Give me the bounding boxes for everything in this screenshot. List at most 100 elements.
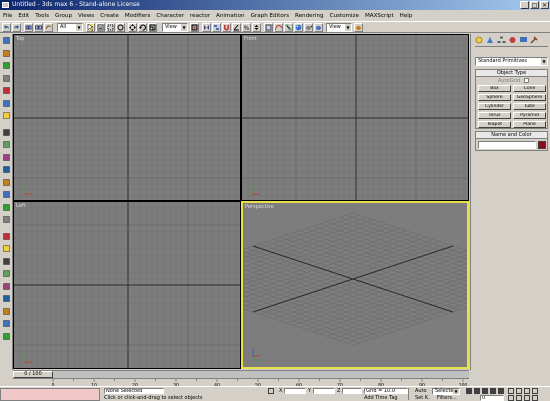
menu-edit[interactable]: Edit — [15, 11, 32, 21]
tube-button[interactable]: Tube — [513, 103, 546, 110]
footstep-tool-button[interactable] — [2, 269, 11, 278]
viewport-left-label[interactable]: Left — [16, 203, 25, 209]
set-key-button[interactable]: Set K. — [415, 395, 430, 401]
select-object-button[interactable] — [86, 23, 95, 32]
light-tool-button[interactable] — [2, 111, 11, 120]
wrench-tool-button[interactable] — [2, 36, 11, 45]
menu-modifiers[interactable]: Modifiers — [122, 11, 154, 21]
align-button[interactable] — [212, 23, 221, 32]
menu-rendering[interactable]: Rendering — [292, 11, 327, 21]
render-scene-button[interactable] — [304, 23, 313, 32]
percent-snap-button[interactable]: % — [242, 23, 251, 32]
viewport-top-label[interactable]: Top — [16, 36, 24, 42]
reference-coord-dropdown[interactable]: View ▼ — [162, 23, 188, 32]
goto-start-icon[interactable] — [466, 388, 472, 394]
bone-tool-button[interactable] — [2, 244, 11, 253]
nurbs-tool-button[interactable] — [2, 215, 11, 224]
selection-filter-dropdown[interactable]: All ▼ — [57, 23, 83, 32]
field-of-view-icon[interactable] — [508, 395, 514, 401]
window-crossing-button[interactable] — [116, 23, 125, 32]
torus-button[interactable]: Torus — [478, 112, 511, 119]
cone-button[interactable]: Cone — [513, 85, 546, 92]
named-selection-sets-button[interactable] — [264, 23, 273, 32]
material-editor-button[interactable] — [294, 23, 303, 32]
script-tool-button[interactable] — [2, 319, 11, 328]
material-tool-button[interactable] — [2, 282, 11, 291]
pan-icon[interactable] — [516, 395, 522, 401]
object-type-header[interactable]: Object Type — [476, 70, 547, 77]
mirror-button[interactable] — [202, 23, 211, 32]
select-and-move-button[interactable] — [128, 23, 137, 32]
time-slider-thumb[interactable]: 0 / 100 — [13, 371, 53, 378]
motion-tab[interactable] — [508, 36, 517, 44]
zoom-icon[interactable] — [508, 388, 514, 394]
viewport-front-label[interactable]: Front — [244, 36, 257, 42]
close-button[interactable]: × — [540, 1, 549, 9]
add-time-tag-button[interactable]: Add Time Tag — [364, 395, 398, 401]
next-frame-icon[interactable] — [490, 388, 496, 394]
unlink-button[interactable] — [34, 23, 43, 32]
autogrid-checkbox[interactable] — [524, 78, 529, 83]
modify-tab[interactable] — [486, 36, 495, 44]
redo-button[interactable] — [12, 23, 21, 32]
menu-character[interactable]: Character — [153, 11, 187, 21]
teapot-button[interactable]: Teapot — [478, 121, 511, 128]
angle-snap-button[interactable] — [232, 23, 241, 32]
zoom-extents-all-icon[interactable] — [532, 388, 538, 394]
menu-maxscript[interactable]: MAXScript — [362, 11, 397, 21]
menu-file[interactable]: File — [0, 11, 15, 21]
previous-frame-icon[interactable] — [474, 388, 480, 394]
menu-views[interactable]: Views — [75, 11, 97, 21]
primitive-category-dropdown[interactable]: Standard Primitives ▼ — [475, 57, 548, 66]
create-tab[interactable] — [475, 36, 484, 44]
auto-key-button[interactable]: Auto — [415, 388, 427, 394]
snaps-toggle-button[interactable] — [222, 23, 231, 32]
pivot-center-button[interactable] — [190, 23, 199, 32]
curve-editor-button[interactable] — [274, 23, 283, 32]
ik-tool-button[interactable] — [2, 257, 11, 266]
teapot-tool-button[interactable] — [2, 74, 11, 83]
menu-graph-editors[interactable]: Graph Editors — [248, 11, 292, 21]
menu-tools[interactable]: Tools — [32, 11, 52, 21]
play-icon[interactable] — [482, 388, 488, 394]
goto-end-icon[interactable] — [498, 388, 504, 394]
quick-render-button[interactable] — [314, 23, 323, 32]
utilities-tab[interactable] — [530, 36, 539, 44]
plane-button[interactable]: Plane — [513, 121, 546, 128]
viewport-perspective[interactable]: Perspective — [241, 201, 469, 369]
viewport-top[interactable]: Top — [13, 34, 241, 201]
viewport-left[interactable]: Left — [13, 201, 241, 369]
z-coord-field[interactable] — [342, 388, 362, 394]
menu-reactor[interactable]: reactor — [187, 11, 213, 21]
x-coord-field[interactable] — [284, 388, 306, 394]
select-and-link-button[interactable] — [24, 23, 33, 32]
render-tool-button[interactable] — [2, 294, 11, 303]
selection-region-button[interactable] — [106, 23, 115, 32]
system-tool-button[interactable] — [2, 165, 11, 174]
render-type-dropdown[interactable]: View ▼ — [326, 23, 352, 32]
cone-tool-button[interactable] — [2, 99, 11, 108]
particles-tool-button[interactable] — [2, 178, 11, 187]
object-color-swatch[interactable] — [538, 141, 546, 149]
zoom-all-icon[interactable] — [516, 388, 522, 394]
viewport-perspective-label[interactable]: Perspective — [245, 204, 274, 210]
zoom-extents-icon[interactable] — [524, 388, 530, 394]
compound-tool-button[interactable] — [2, 190, 11, 199]
undo-button[interactable] — [2, 23, 11, 32]
maximize-viewport-icon[interactable] — [532, 395, 538, 401]
select-by-name-button[interactable] — [96, 23, 105, 32]
arc-rotate-icon[interactable] — [524, 395, 530, 401]
time-slider[interactable]: 0 / 100 — [13, 370, 469, 378]
bind-space-warp-button[interactable] — [44, 23, 53, 32]
utility-tool-button[interactable] — [2, 332, 11, 341]
object-name-field[interactable] — [478, 141, 536, 149]
cylinder-button[interactable]: Cylinder — [478, 103, 511, 110]
video-tool-button[interactable] — [2, 307, 11, 316]
paint-tool-button[interactable] — [2, 49, 11, 58]
display-tab[interactable] — [519, 36, 528, 44]
box-tool-button[interactable] — [2, 86, 11, 95]
select-and-scale-button[interactable] — [148, 23, 157, 32]
sphere-button[interactable]: Sphere — [478, 94, 511, 101]
lock-selection-icon[interactable] — [268, 388, 274, 394]
key-filter-dropdown[interactable]: Selected ▼ — [432, 388, 460, 395]
